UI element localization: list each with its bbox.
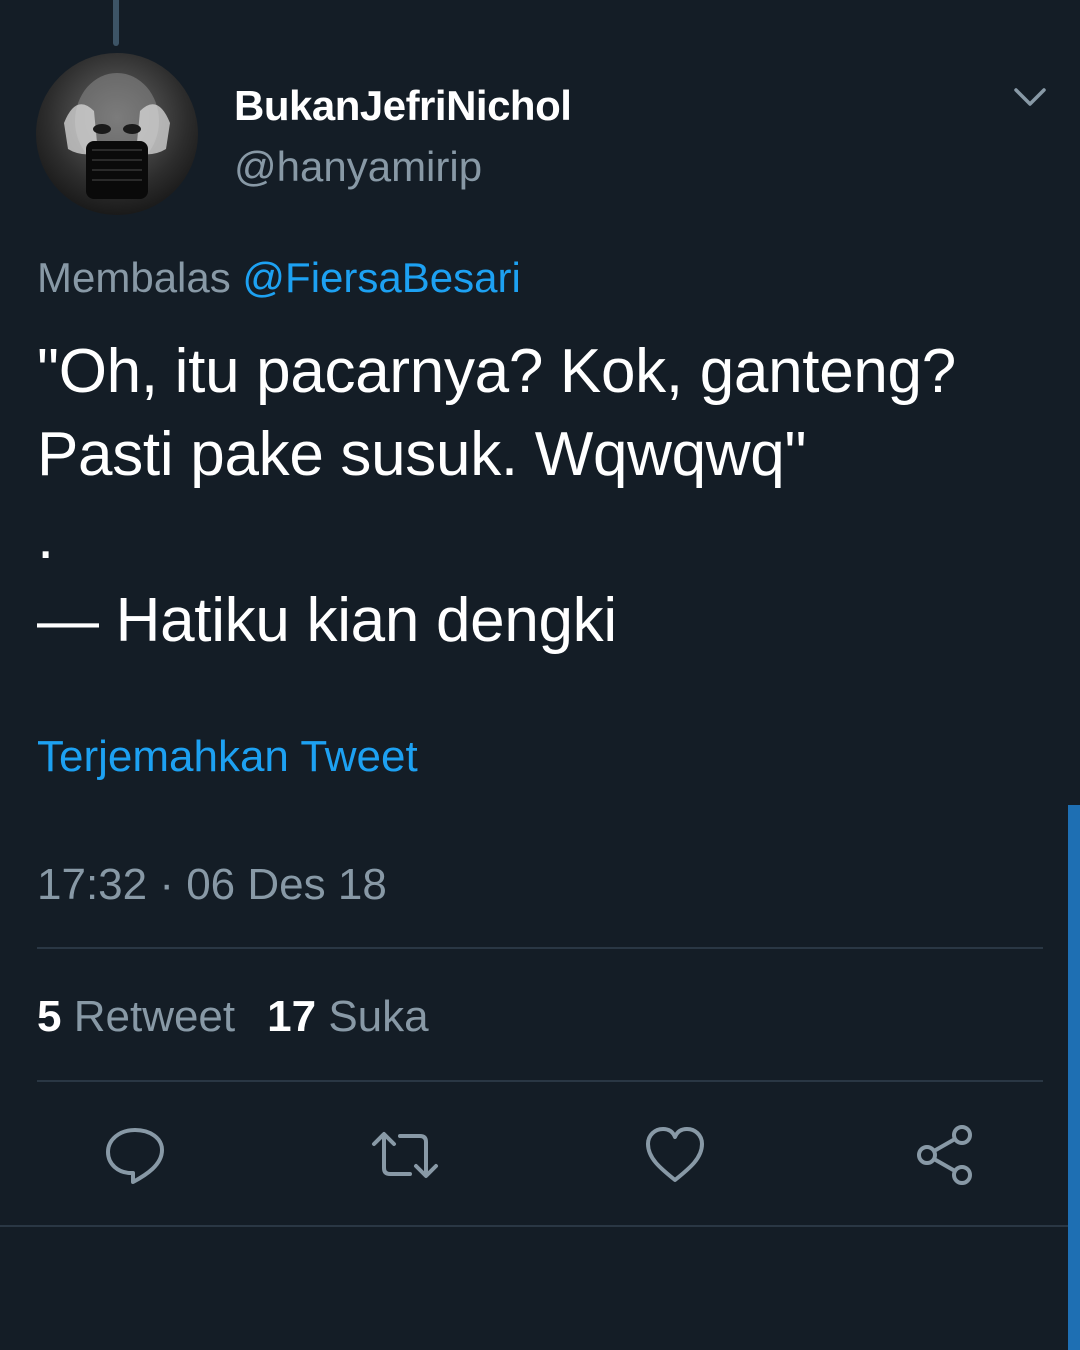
reply-prefix: Membalas <box>37 254 231 301</box>
engagement-stats: 5 Retweet 17 Suka <box>37 992 429 1042</box>
reply-icon <box>106 1128 164 1184</box>
like-label: Suka <box>328 992 429 1041</box>
retweet-stat[interactable]: 5 Retweet <box>37 992 235 1041</box>
reply-context: Membalas @FiersaBesari <box>37 254 521 302</box>
like-count: 17 <box>267 992 317 1041</box>
tweet-timestamp: 17:32 · 06 Des 18 <box>37 860 387 909</box>
share-button[interactable] <box>910 1120 980 1190</box>
retweet-icon <box>372 1132 438 1178</box>
chevron-down-icon[interactable] <box>1008 80 1052 114</box>
thread-connector-line <box>113 0 119 46</box>
avatar[interactable] <box>36 53 198 215</box>
translate-tweet-link[interactable]: Terjemahkan Tweet <box>37 732 418 782</box>
reply-mention-link[interactable]: @FiersaBesari <box>242 254 520 301</box>
display-name[interactable]: BukanJefriNichol <box>234 82 572 130</box>
retweet-label: Retweet <box>73 992 236 1041</box>
heart-icon <box>646 1127 704 1182</box>
tweet-text: "Oh, itu pacarnya? Kok, ganteng? Pasti p… <box>37 337 956 655</box>
retweet-button[interactable] <box>370 1120 440 1190</box>
avatar-image <box>64 73 170 199</box>
scrollbar[interactable] <box>1068 805 1080 1350</box>
divider <box>37 947 1043 949</box>
user-handle[interactable]: @hanyamirip <box>234 143 482 191</box>
retweet-count: 5 <box>37 992 62 1041</box>
like-stat[interactable]: 17 Suka <box>267 992 428 1041</box>
divider <box>37 1080 1043 1082</box>
like-button[interactable] <box>640 1120 710 1190</box>
divider <box>0 1225 1068 1227</box>
reply-button[interactable] <box>100 1120 170 1190</box>
share-icon <box>917 1125 972 1185</box>
